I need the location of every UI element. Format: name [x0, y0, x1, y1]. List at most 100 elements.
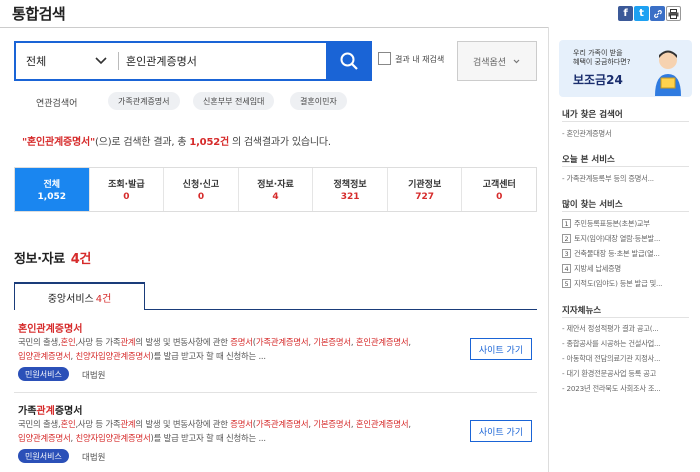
facebook-share-icon[interactable]: f: [618, 6, 633, 21]
link-copy-icon[interactable]: [650, 6, 665, 21]
visit-site-button[interactable]: 사이트 가기: [470, 420, 532, 442]
tab-all[interactable]: 전체 1,052: [15, 168, 90, 211]
result-title-part: 가족: [18, 406, 37, 417]
popular-service-text: 지방세 납세증명: [574, 264, 621, 273]
popular-service-text: 주민등록표등본(초본)교부: [574, 219, 650, 228]
subtab-label: 중앙서비스: [47, 293, 94, 305]
section-title: 정보·자료 4건: [14, 248, 91, 267]
local-news-item[interactable]: - 제안서 정성적평가 결과 공고(...: [562, 324, 690, 334]
local-news-text: 제안서 정성적평가 결과 공고(...: [566, 324, 659, 333]
result-description-line: 국민의 출생,혼인,사망 등 가족관계의 발생 및 변동사항에 관한 증명서(가…: [18, 337, 411, 347]
tab-customer-center[interactable]: 고객센터 0: [462, 168, 536, 211]
chevron-down-icon: [513, 59, 520, 63]
keyword-highlight: 기본증명서: [313, 337, 351, 347]
sidebar-heading-popular: 많이 찾는 서비스: [562, 200, 623, 210]
keyword-highlight: 입양관계증명서: [18, 433, 71, 443]
header-divider: [0, 27, 548, 28]
search-button[interactable]: [326, 41, 372, 81]
service-type-badge: 민원서비스: [18, 367, 69, 381]
result-summary: "혼인관계증명서"(으)로 검색한 결과, 총 1,052건 의 검색결과가 있…: [22, 133, 331, 148]
keyword-highlight: 관계: [120, 337, 136, 347]
popular-service-item[interactable]: 3 건축물대장 등·초본 발급(열...: [562, 249, 690, 259]
tab-application-report[interactable]: 신청·신고 0: [164, 168, 239, 211]
popular-service-text: 건축물대장 등·초본 발급(열...: [574, 249, 660, 258]
page-title: 통합검색: [12, 5, 66, 23]
related-keywords-label: 연관검색어: [36, 99, 78, 109]
keyword-highlight: 친양자입양관계증명서: [75, 433, 151, 443]
my-search-text: 혼인관계증명서: [566, 129, 612, 138]
keyword-highlight: 혼인관계증명서: [355, 419, 409, 429]
sidebar-heading-local-news: 지자체뉴스: [562, 306, 602, 316]
category-tabs: 전체 1,052 조회·발급 0 신청·신고 0 정보·자료 4 정책정보 321 기관정…: [14, 167, 537, 212]
tab-count: 727: [415, 192, 435, 202]
tab-label: 조회·발급: [108, 180, 145, 190]
visit-site-button[interactable]: 사이트 가기: [470, 338, 532, 360]
local-news-item[interactable]: - 아동학대 전담의료기관 지정사...: [562, 354, 690, 364]
local-news-item[interactable]: - 종합공사를 시공하는 건설사업...: [562, 339, 690, 349]
search-options-button[interactable]: 검색옵션: [457, 41, 537, 81]
popular-service-text: 지적도(임야도) 등본 발급 및...: [574, 279, 663, 288]
tab-count: 1,052: [37, 192, 67, 202]
result-title[interactable]: 가족관계증명서: [18, 402, 82, 417]
tab-label: 고객센터: [482, 180, 516, 190]
subsidy24-banner[interactable]: 우리 가족이 받을 혜택이 궁금하다면? 보조금24: [559, 40, 692, 97]
result-title[interactable]: 혼인관계증명서: [18, 320, 82, 335]
tab-label: 정보·자료: [257, 180, 294, 190]
local-news-item[interactable]: - 2023년 전라북도 사회조사 조...: [562, 384, 690, 394]
sidebar-heading-today-services: 오늘 본 서비스: [562, 155, 615, 165]
keyword-highlight: 혼인: [60, 419, 76, 429]
rank-number: 2: [562, 234, 571, 243]
tab-count: 0: [197, 192, 205, 202]
person-illustration-icon: [655, 50, 681, 96]
local-news-text: 2023년 전라북도 사회조사 조...: [566, 384, 661, 393]
search-box: 전체: [14, 41, 372, 81]
related-tag[interactable]: 신혼부부 전세임대: [193, 92, 275, 110]
keyword-highlight: 가족관계증명서: [255, 419, 309, 429]
result-description-line: 입양관계증명서, 친양자입양관계증명서)를 발급 받고자 할 때 신청하는 ..…: [18, 351, 266, 361]
popular-service-item[interactable]: 4 지방세 납세증명: [562, 264, 690, 274]
tab-label: 신청·신고: [182, 180, 220, 190]
print-icon[interactable]: [666, 6, 681, 21]
related-tag[interactable]: 가족관계증명서: [108, 92, 180, 110]
service-type-badge: 민원서비스: [18, 449, 69, 463]
keyword-highlight: 혼인: [60, 337, 76, 347]
subtab-central-service[interactable]: 중앙서비스 4건: [14, 282, 145, 310]
tab-info-materials[interactable]: 정보·자료 4: [239, 168, 314, 211]
refine-search-checkbox[interactable]: [378, 52, 391, 65]
tab-inquiry-issuance[interactable]: 조회·발급 0: [90, 168, 165, 211]
banner-line: 혜택이 궁금하다면?: [573, 58, 631, 66]
keyword-highlight: 기본증명서: [313, 419, 351, 429]
section-count: 4건: [70, 252, 92, 267]
tab-count: 0: [496, 192, 503, 202]
tab-count: 0: [123, 192, 130, 202]
sidebar-heading-my-searches: 내가 찾은 검색어: [562, 110, 623, 120]
summary-suffix: 의 검색결과가 있습니다.: [228, 137, 331, 148]
keyword-highlight: 관계: [120, 419, 136, 429]
tab-agency[interactable]: 기관정보 727: [388, 168, 463, 211]
result-title-part: 증명서: [54, 406, 83, 417]
keyword-highlight: 증명서: [230, 337, 253, 347]
search-icon: [340, 52, 358, 70]
keyword-highlight: 친양자입양관계증명서: [75, 351, 151, 361]
popular-service-item[interactable]: 1 주민등록표등본(초본)교부: [562, 219, 690, 229]
tab-policy[interactable]: 정책정보 321: [313, 168, 388, 211]
tab-label: 기관정보: [408, 180, 442, 190]
summary-query: "혼인관계증명서": [22, 137, 96, 148]
section-title-label: 정보·자료: [14, 252, 65, 267]
today-service-item[interactable]: - 가족관계등록부 등의 증명서...: [562, 174, 690, 184]
result-description-line: 국민의 출생,혼인,사망 등 가족관계의 발생 및 변동사항에 관한 증명서(가…: [18, 419, 411, 429]
keyword-highlight: 혼인관계증명서: [355, 337, 409, 347]
result-title-highlight: 관계: [36, 406, 55, 417]
search-input[interactable]: [126, 43, 320, 79]
popular-service-item[interactable]: 2 토지(임야)대장 열람·등본발...: [562, 234, 690, 244]
related-tag[interactable]: 결혼이민자: [290, 92, 347, 110]
local-news-text: 대기 환경전문공사업 등록 공고: [566, 369, 657, 378]
twitter-share-icon[interactable]: t: [634, 6, 649, 21]
popular-service-item[interactable]: 5 지적도(임야도) 등본 발급 및...: [562, 279, 690, 289]
keyword-highlight: 입양관계증명서: [18, 351, 71, 361]
keyword-highlight: 가족관계증명서: [255, 337, 309, 347]
my-search-item[interactable]: - 혼인관계증명서: [562, 129, 690, 139]
sidebar-divider-line: [562, 166, 689, 167]
local-news-item[interactable]: - 대기 환경전문공사업 등록 공고: [562, 369, 690, 379]
chevron-down-icon[interactable]: [92, 51, 110, 69]
